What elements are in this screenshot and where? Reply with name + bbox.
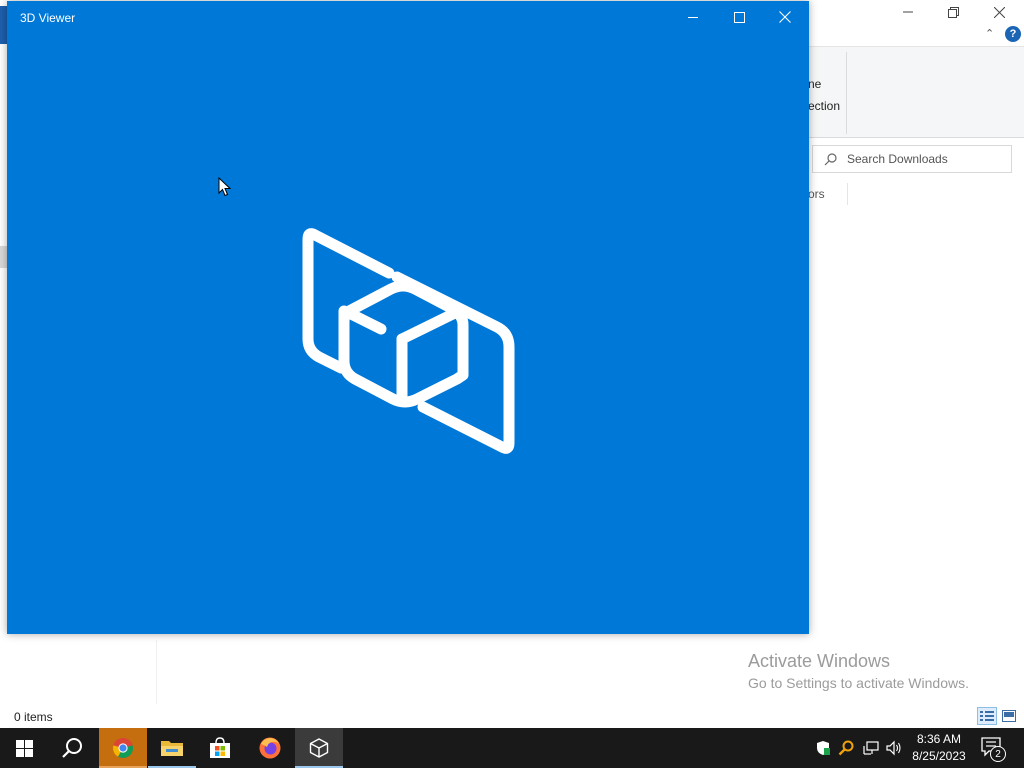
taskbar-file-explorer-button[interactable] (148, 728, 196, 768)
large-icons-view-icon (1002, 710, 1016, 722)
taskbar-3d-viewer-button[interactable] (295, 728, 343, 768)
3d-viewer-window: 3D Viewer (7, 1, 809, 634)
minimize-button[interactable] (670, 1, 716, 33)
taskbar-firefox-button[interactable] (246, 728, 294, 768)
watermark-subtitle: Go to Settings to activate Windows. (748, 675, 969, 691)
ribbon-divider (846, 52, 847, 134)
explorer-minimize-button[interactable] (885, 0, 931, 24)
details-view-button[interactable] (977, 707, 997, 725)
minimize-icon (688, 17, 698, 18)
nav-pane-selection[interactable] (0, 246, 7, 268)
window-title: 3D Viewer (20, 11, 76, 25)
windows-logo-icon (15, 739, 33, 757)
close-icon (779, 11, 791, 23)
search-icon (62, 738, 82, 758)
start-button[interactable] (0, 728, 48, 768)
ribbon-collapse-chevron-icon[interactable]: ⌃ (985, 27, 994, 40)
maximize-button[interactable] (716, 1, 762, 33)
column-separator (847, 183, 848, 205)
search-icon (813, 152, 847, 166)
search-downloads-input[interactable]: Search Downloads (812, 145, 1012, 173)
taskbar-search-button[interactable] (48, 728, 96, 768)
notification-count-badge: 2 (990, 746, 1006, 762)
mouse-cursor-icon (218, 177, 232, 197)
column-header-fragment[interactable]: ors (808, 187, 825, 201)
folder-icon (161, 741, 183, 756)
details-view-icon (980, 711, 994, 721)
clock[interactable]: 8:36 AM 8/25/2023 (908, 731, 970, 765)
watermark-title: Activate Windows (748, 651, 891, 671)
network-icon[interactable] (861, 738, 881, 758)
large-icons-view-button[interactable] (999, 707, 1019, 725)
3d-viewer-logo-icon (302, 228, 515, 454)
taskbar-store-button[interactable] (196, 728, 244, 768)
explorer-restore-button[interactable] (930, 0, 976, 24)
store-icon (210, 737, 230, 758)
clock-time: 8:36 AM (916, 732, 962, 746)
volume-icon[interactable] (884, 738, 904, 758)
ribbon-label-fragment[interactable]: ne (808, 77, 821, 91)
clock-date: 8/25/2023 (912, 749, 966, 763)
explorer-app-icon (0, 6, 7, 44)
nav-pane-divider (156, 640, 157, 704)
chrome-icon (112, 738, 134, 759)
cube-icon (309, 738, 329, 758)
activate-windows-watermark: Activate Windows Go to Settings to activ… (748, 651, 969, 691)
restore-icon (947, 6, 959, 18)
explorer-close-button[interactable] (976, 0, 1022, 24)
search-tray-icon[interactable] (836, 738, 856, 758)
search-placeholder: Search Downloads (847, 152, 948, 166)
status-item-count: 0 items (14, 710, 53, 724)
taskbar: 8:36 AM 8/25/2023 2 (0, 728, 1024, 768)
help-icon[interactable]: ? (1005, 26, 1021, 42)
close-button[interactable] (762, 1, 808, 33)
security-shield-icon[interactable] (813, 738, 833, 758)
close-icon (993, 6, 1005, 18)
ribbon-label-fragment[interactable]: ection (808, 99, 840, 113)
taskbar-chrome-button[interactable] (99, 728, 147, 768)
explorer-ribbon (808, 46, 1024, 138)
firefox-icon (259, 737, 281, 759)
maximize-icon (733, 11, 745, 23)
minimize-icon (903, 11, 913, 13)
